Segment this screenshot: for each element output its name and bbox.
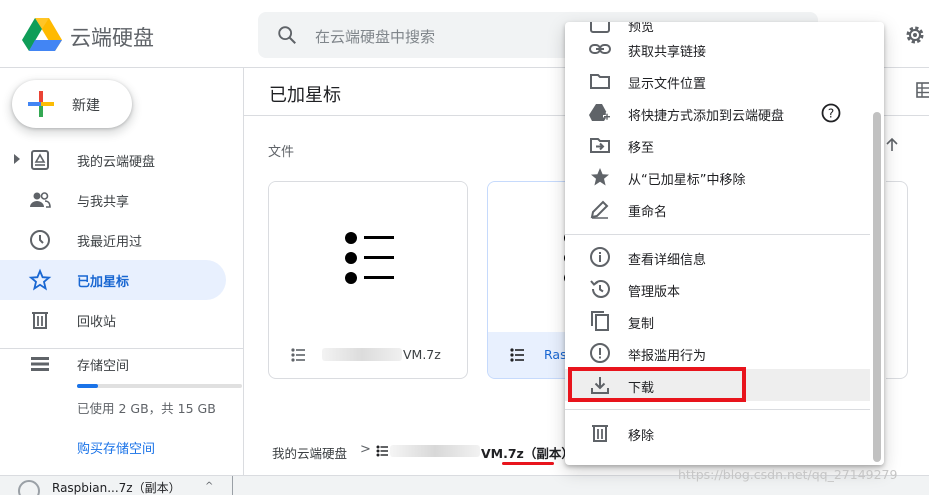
menu-item-add-shortcut[interactable]: 将快捷方式添加到云端硬盘 ? xyxy=(565,97,870,129)
shared-icon xyxy=(30,192,51,208)
menu-item-label: 显示文件位置 xyxy=(628,77,707,92)
file-type-icon xyxy=(291,348,305,362)
file-card-partial[interactable] xyxy=(886,181,908,379)
menu-divider xyxy=(565,234,870,235)
menu-item-versions[interactable]: 管理版本 xyxy=(565,273,870,305)
redacted-filename xyxy=(322,348,402,361)
new-button-label: 新建 xyxy=(72,98,100,114)
menu-item-label: 移除 xyxy=(628,429,655,444)
sidebar-item-starred[interactable]: 已加星标 xyxy=(0,260,226,300)
menu-item-show-location[interactable]: 显示文件位置 xyxy=(565,65,870,97)
sidebar-item-label: 与我共享 xyxy=(77,195,130,210)
history-icon xyxy=(590,280,610,298)
gear-icon[interactable] xyxy=(903,23,927,47)
file-name: VM.7z xyxy=(403,347,441,362)
menu-item-copy[interactable]: 复制 xyxy=(565,305,870,337)
annotation-underline xyxy=(502,462,554,465)
drive-icon xyxy=(31,150,49,170)
link-icon xyxy=(589,44,611,54)
sidebar-item-recent[interactable]: 我最近用过 xyxy=(0,220,226,260)
clock-icon xyxy=(30,230,50,250)
redacted-filename xyxy=(390,445,480,457)
sidebar-item-label: 已加星标 xyxy=(77,275,130,290)
menu-item-label: 举报滥用行为 xyxy=(628,349,707,364)
annotation-highlight-box xyxy=(568,367,746,402)
chevron-up-icon[interactable]: ^ xyxy=(205,481,213,492)
storage-used-text: 已使用 2 GB，共 15 GB xyxy=(77,401,216,416)
drive-logo-icon[interactable] xyxy=(22,16,62,52)
copy-icon xyxy=(591,311,609,331)
brand-title: 云端硬盘 xyxy=(70,26,154,50)
menu-item-unstar[interactable]: 从“已加星标”中移除 xyxy=(565,161,870,193)
sidebar-item-trash[interactable]: 回收站 xyxy=(0,300,226,340)
menu-item-label: 获取共享链接 xyxy=(628,45,707,60)
section-label: 文件 xyxy=(268,145,295,160)
storage-icon xyxy=(31,357,49,371)
file-card[interactable]: VM.7z xyxy=(268,181,468,379)
grid-view-icon[interactable] xyxy=(916,82,929,98)
menu-item-share-link[interactable]: 获取共享链接 xyxy=(565,33,870,65)
sidebar-item-shared[interactable]: 与我共享 xyxy=(0,180,226,220)
list-file-icon xyxy=(345,232,394,284)
sidebar-item-my-drive[interactable]: 我的云端硬盘 xyxy=(0,140,226,180)
star-icon xyxy=(28,268,52,291)
report-icon xyxy=(590,343,610,363)
help-icon[interactable]: ? xyxy=(821,103,841,123)
menu-scrollbar[interactable] xyxy=(873,112,881,462)
trash-icon xyxy=(32,312,48,329)
storage-progress-bar xyxy=(77,384,242,388)
buy-storage-link[interactable]: 购买存储空间 xyxy=(77,438,155,457)
svg-text:?: ? xyxy=(828,107,834,121)
menu-item-details[interactable]: 查看详细信息 xyxy=(565,241,870,273)
page-title: 已加星标 xyxy=(269,85,341,106)
file-card-footer: VM.7z xyxy=(269,332,467,378)
menu-item-label: 将快捷方式添加到云端硬盘 xyxy=(628,109,785,124)
delete-icon xyxy=(592,425,608,442)
new-button[interactable]: 新建 xyxy=(12,80,132,128)
breadcrumb-current[interactable]: VM.7z（副本） xyxy=(481,443,574,462)
search-icon[interactable] xyxy=(276,24,298,46)
menu-item-move[interactable]: 移至 xyxy=(565,129,870,161)
expand-caret-icon[interactable] xyxy=(14,154,20,164)
download-bar-divider xyxy=(232,476,233,495)
sidebar-item-storage[interactable]: 存储空间 xyxy=(0,344,226,384)
sidebar-item-label: 我最近用过 xyxy=(77,235,143,250)
menu-divider xyxy=(565,409,870,410)
download-progress-icon xyxy=(18,480,40,495)
download-item[interactable]: Raspbian...7z（副本） xyxy=(52,479,181,495)
context-menu: 预览 获取共享链接 显示文件位置 将快捷方式添加到云端硬盘 ? 移至 从“已加星… xyxy=(565,22,884,465)
menu-item-label: 从“已加星标”中移除 xyxy=(628,173,746,188)
menu-item-label: 移至 xyxy=(628,141,655,156)
info-icon xyxy=(590,247,610,267)
menu-item-label: 管理版本 xyxy=(628,285,681,300)
plus-icon xyxy=(28,91,54,117)
menu-item-report[interactable]: 举报滥用行为 xyxy=(565,337,870,369)
menu-item-rename[interactable]: 重命名 xyxy=(565,193,870,225)
star-filled-icon xyxy=(591,168,609,186)
menu-item-label: 复制 xyxy=(628,317,655,332)
storage-label: 存储空间 xyxy=(77,359,130,374)
menu-item-label: 查看详细信息 xyxy=(628,253,707,268)
menu-item-remove[interactable]: 移除 xyxy=(565,417,870,449)
pencil-icon xyxy=(590,200,609,219)
add-shortcut-icon xyxy=(589,104,611,121)
folder-icon xyxy=(590,74,610,89)
file-type-icon xyxy=(510,348,524,362)
file-name: Ras xyxy=(544,347,567,362)
menu-item-label: 重命名 xyxy=(628,205,668,220)
sidebar: 新建 我的云端硬盘 与我共享 我最近用过 已加星标 回收站 存储空间 已使用 2… xyxy=(0,68,243,495)
sort-arrow-up-icon[interactable] xyxy=(884,137,900,153)
file-thumbnail xyxy=(269,182,467,332)
sidebar-item-label: 我的云端硬盘 xyxy=(77,155,156,170)
watermark-text: https://blog.csdn.net/qq_27149279 xyxy=(678,467,898,482)
breadcrumb-separator: > xyxy=(360,442,371,457)
sidebar-item-label: 回收站 xyxy=(77,315,117,330)
storage-progress-fill xyxy=(77,384,99,388)
search-input[interactable]: 在云端硬盘中搜索 xyxy=(315,26,435,47)
breadcrumb-root[interactable]: 我的云端硬盘 xyxy=(272,443,347,462)
file-type-icon xyxy=(376,445,388,457)
move-icon xyxy=(590,138,610,153)
